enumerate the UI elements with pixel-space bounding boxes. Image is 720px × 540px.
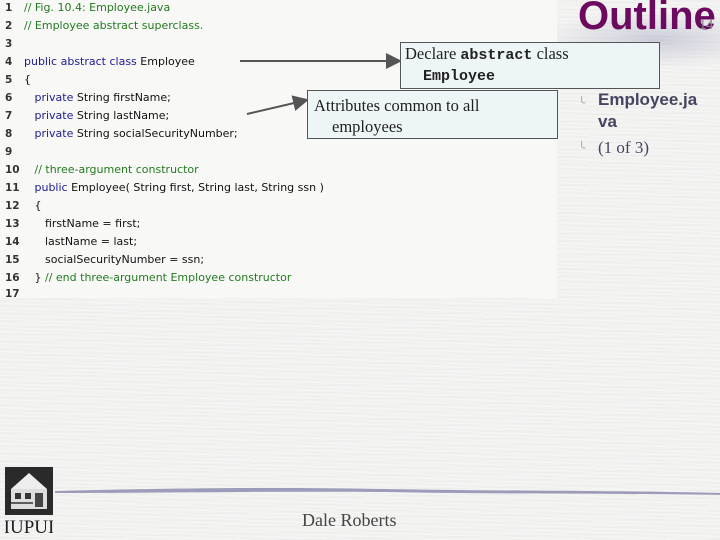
bullet-icon: ╰	[578, 96, 586, 110]
line-number: 12	[5, 200, 20, 212]
callout-text: class	[532, 44, 569, 63]
line-number: 8	[5, 128, 13, 140]
footer-author: Dale Roberts	[302, 510, 397, 530]
code-text: socialSecurityNumber = ssn;	[24, 253, 205, 266]
code-comment: // three-argument constructor	[24, 163, 199, 176]
callout-text: Declare	[405, 44, 461, 63]
code-text: {	[24, 199, 42, 212]
logo-text: IUPUI	[5, 517, 53, 537]
line-number: 3	[5, 38, 13, 50]
line-number: 13	[5, 218, 20, 230]
outline-item-page: (1 of 3)	[598, 138, 649, 157]
code-text: {	[24, 73, 31, 86]
callout-code: Employee	[423, 68, 496, 85]
callout-code: abstract	[460, 47, 533, 64]
code-comment: // end three-argument Employee construct…	[45, 271, 292, 284]
outline-item-file[interactable]: Employee.ja va	[598, 89, 697, 133]
line-number: 2	[5, 20, 13, 32]
slide-title: Outline	[578, 0, 716, 38]
code-keyword: public	[24, 181, 68, 194]
code-text: firstName = first;	[24, 217, 141, 230]
line-number: 4	[5, 56, 13, 68]
page-number: 14	[699, 17, 714, 32]
footer-divider	[55, 487, 720, 495]
line-number: 11	[5, 182, 20, 194]
line-number: 17	[5, 288, 20, 300]
code-keyword: private	[24, 109, 74, 122]
code-comment: // Fig. 10.4: Employee.java	[24, 1, 171, 14]
code-text: Employee( String first, String last, Str…	[67, 181, 324, 194]
outline-item-label: Employee.ja	[598, 90, 698, 109]
line-number: 14	[5, 236, 20, 248]
code-comment: // Employee abstract superclass.	[24, 19, 204, 32]
callout-declare-abstract: Declare abstract class Employee	[400, 42, 660, 89]
code-keyword: private	[24, 127, 74, 140]
line-number: 7	[5, 110, 13, 122]
code-text: String firstName;	[73, 91, 171, 104]
callout-attributes: Attributes common to all employees	[307, 90, 558, 139]
code-keyword: public abstract class	[24, 55, 137, 68]
line-number: 6	[5, 92, 13, 104]
line-number: 1	[5, 2, 13, 14]
line-number: 10	[5, 164, 20, 176]
code-text: lastName = last;	[24, 235, 138, 248]
code-text: String socialSecurityNumber;	[73, 127, 238, 140]
callout-text: Attributes common to all	[314, 96, 480, 115]
outline-item-label: va	[598, 112, 617, 131]
code-text: }	[24, 271, 45, 284]
bullet-icon: ╰	[578, 141, 586, 155]
code-keyword: private	[24, 91, 74, 104]
code-text: String lastName;	[73, 109, 170, 122]
iupui-logo: IUPUI	[5, 467, 53, 537]
code-text: Employee	[136, 55, 195, 68]
line-number: 9	[5, 146, 13, 158]
line-number: 5	[5, 74, 13, 86]
callout-text: employees	[332, 117, 403, 136]
line-number: 15	[5, 254, 20, 266]
